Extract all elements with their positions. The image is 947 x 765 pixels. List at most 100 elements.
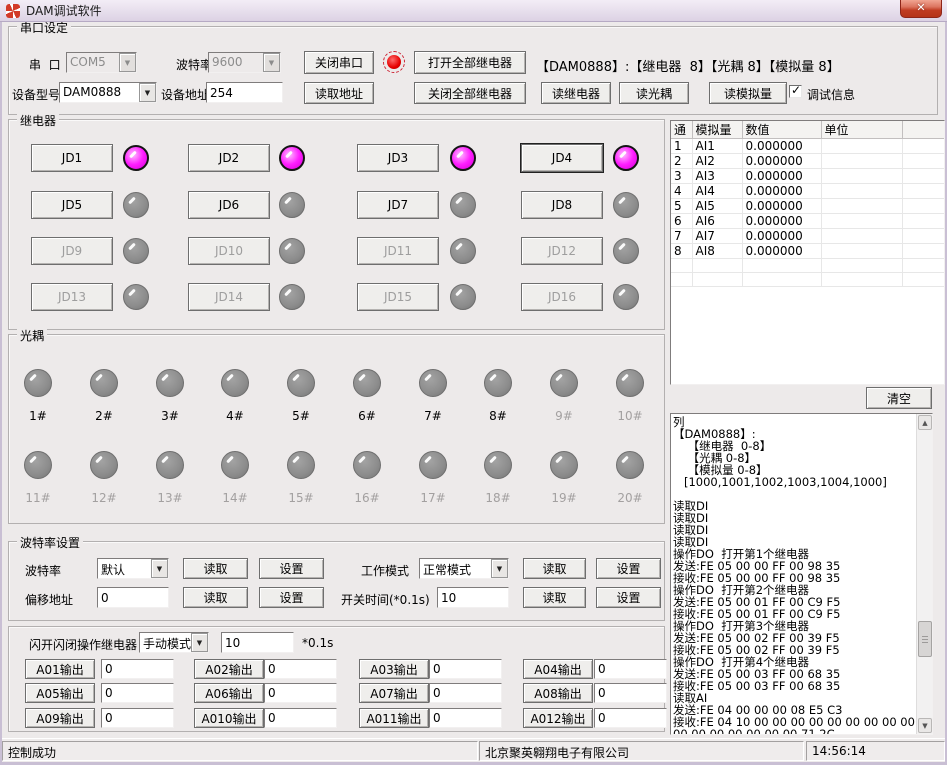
- device-model-select[interactable]: DAM0888 ▼: [59, 82, 157, 103]
- relay-group-title: 继电器: [17, 112, 59, 129]
- open-all-relays-button[interactable]: 打开全部继电器: [414, 51, 526, 74]
- baud-read-button[interactable]: 读取: [183, 558, 248, 579]
- close-all-relays-button[interactable]: 关闭全部继电器: [414, 82, 526, 104]
- serial-status-led: [387, 55, 401, 69]
- opto-label-6: 6#: [345, 409, 389, 423]
- table-header-cell: 模拟量: [692, 121, 742, 139]
- analog-table: 通模拟量数值单位1AI10.0000002AI20.0000003AI30.00…: [670, 120, 945, 385]
- ao-output-input-2[interactable]: [264, 659, 337, 679]
- relay-button-jd2[interactable]: JD2: [188, 144, 270, 172]
- read-opto-button[interactable]: 读光耦: [619, 82, 689, 104]
- ao-output-button-9[interactable]: A09输出: [25, 708, 95, 728]
- relay-button-jd4[interactable]: JD4: [521, 144, 603, 172]
- table-cell: [671, 273, 692, 287]
- opto-led-8: [484, 369, 512, 397]
- flash-mode-select[interactable]: 手动模式 ▼: [139, 632, 209, 653]
- baud-settings-group: 波特率设置 波特率 默认 ▼ 读取 设置 工作模式 正常模式 ▼ 读取 设置 偏…: [8, 541, 665, 621]
- ao-output-button-11[interactable]: A011输出: [359, 708, 429, 728]
- debug-info-checkbox[interactable]: ✓: [789, 85, 802, 98]
- switch-time-read-button[interactable]: 读取: [523, 587, 586, 608]
- window-frame-left: [0, 22, 2, 765]
- ao-output-button-4[interactable]: A04输出: [523, 659, 593, 679]
- log-output[interactable]: 列【DAM0888】: 【继电器 0-8】 【光耦 0-8】 【模拟量 0-8】…: [670, 413, 933, 735]
- ao-output-input-7[interactable]: [429, 683, 502, 703]
- ao-output-button-3[interactable]: A03输出: [359, 659, 429, 679]
- ao-output-button-7[interactable]: A07输出: [359, 683, 429, 703]
- ao-output-button-12[interactable]: A012输出: [523, 708, 593, 728]
- opto-label-12: 12#: [82, 491, 126, 505]
- device-address-input[interactable]: [206, 82, 283, 103]
- relay-group: 继电器 JD1JD2JD3JD4JD5JD6JD7JD8JD9JD10JD11J…: [8, 119, 665, 330]
- table-cell: [902, 199, 945, 214]
- opto-group-title: 光耦: [17, 327, 47, 344]
- ao-output-input-5[interactable]: [101, 683, 174, 703]
- switch-time-input[interactable]: [437, 587, 509, 608]
- relay-button-jd8[interactable]: JD8: [521, 191, 603, 219]
- work-mode-set-button[interactable]: 设置: [596, 558, 661, 579]
- ao-output-input-10[interactable]: [264, 708, 337, 728]
- flash-time-unit-label: *0.1s: [302, 636, 333, 650]
- table-row: 6AI60.000000: [671, 214, 945, 229]
- ao-output-button-8[interactable]: A08输出: [523, 683, 593, 703]
- relay-led-6: [279, 192, 305, 218]
- ao-output-button-1[interactable]: A01输出: [25, 659, 95, 679]
- table-cell: AI2: [692, 154, 742, 169]
- opto-label-19: 19#: [542, 491, 586, 505]
- scroll-down-icon[interactable]: ▼: [918, 718, 932, 733]
- work-mode-select[interactable]: 正常模式 ▼: [419, 558, 509, 579]
- ao-output-button-2[interactable]: A02输出: [194, 659, 264, 679]
- ao-output-input-9[interactable]: [101, 708, 174, 728]
- log-scrollbar[interactable]: ▲ ▼: [916, 414, 932, 734]
- table-cell: 0.000000: [742, 199, 821, 214]
- switch-time-set-button[interactable]: 设置: [596, 587, 661, 608]
- ao-output-button-10[interactable]: A010输出: [194, 708, 264, 728]
- close-serial-button[interactable]: 关闭串口: [304, 51, 374, 74]
- table-cell: AI5: [692, 199, 742, 214]
- ao-output-input-12[interactable]: [594, 708, 667, 728]
- read-analog-button[interactable]: 读模拟量: [709, 82, 787, 104]
- table-cell: AI7: [692, 229, 742, 244]
- ao-output-input-11[interactable]: [429, 708, 502, 728]
- table-row: [671, 259, 945, 273]
- chevron-down-icon: ▼: [491, 559, 508, 578]
- opto-led-19: [550, 451, 578, 479]
- table-cell: [821, 273, 902, 287]
- table-cell: [902, 139, 945, 154]
- read-address-button[interactable]: 读取地址: [304, 82, 374, 104]
- scroll-up-icon[interactable]: ▲: [918, 415, 932, 430]
- offset-set-button[interactable]: 设置: [259, 587, 324, 608]
- flash-operate-group: 闪开闪闭操作继电器 手动模式 ▼ *0.1s A01输出A02输出A03输出A0…: [8, 626, 665, 732]
- switch-time-label: 开关时间(*0.1s): [341, 591, 430, 608]
- table-cell: 5: [671, 199, 692, 214]
- ao-output-input-6[interactable]: [264, 683, 337, 703]
- relay-button-jd7[interactable]: JD7: [357, 191, 439, 219]
- baud-set-button[interactable]: 设置: [259, 558, 324, 579]
- relay-led-14: [279, 284, 305, 310]
- read-relay-button[interactable]: 读继电器: [541, 82, 611, 104]
- ao-output-button-6[interactable]: A06输出: [194, 683, 264, 703]
- ao-output-input-1[interactable]: [101, 659, 174, 679]
- ao-output-input-4[interactable]: [594, 659, 667, 679]
- offset-address-input[interactable]: [97, 587, 169, 608]
- clear-log-button[interactable]: 清空: [866, 387, 932, 409]
- relay-button-jd5[interactable]: JD5: [31, 191, 113, 219]
- work-mode-read-button[interactable]: 读取: [523, 558, 586, 579]
- relay-button-jd3[interactable]: JD3: [357, 144, 439, 172]
- table-cell: 0.000000: [742, 169, 821, 184]
- ao-output-input-8[interactable]: [594, 683, 667, 703]
- scrollbar-thumb[interactable]: [918, 621, 932, 657]
- close-button[interactable]: ✕: [900, 0, 942, 18]
- ao-output-input-3[interactable]: [429, 659, 502, 679]
- relay-button-jd6[interactable]: JD6: [188, 191, 270, 219]
- table-cell: AI1: [692, 139, 742, 154]
- table-row: 1AI10.000000: [671, 139, 945, 154]
- offset-read-button[interactable]: 读取: [183, 587, 248, 608]
- table-cell: [821, 169, 902, 184]
- flash-time-input[interactable]: [221, 632, 294, 653]
- table-cell: 0.000000: [742, 139, 821, 154]
- relay-led-3: [450, 145, 476, 171]
- ao-output-button-5[interactable]: A05输出: [25, 683, 95, 703]
- relay-led-2: [279, 145, 305, 171]
- relay-button-jd1[interactable]: JD1: [31, 144, 113, 172]
- baud-setting-select[interactable]: 默认 ▼: [97, 558, 169, 579]
